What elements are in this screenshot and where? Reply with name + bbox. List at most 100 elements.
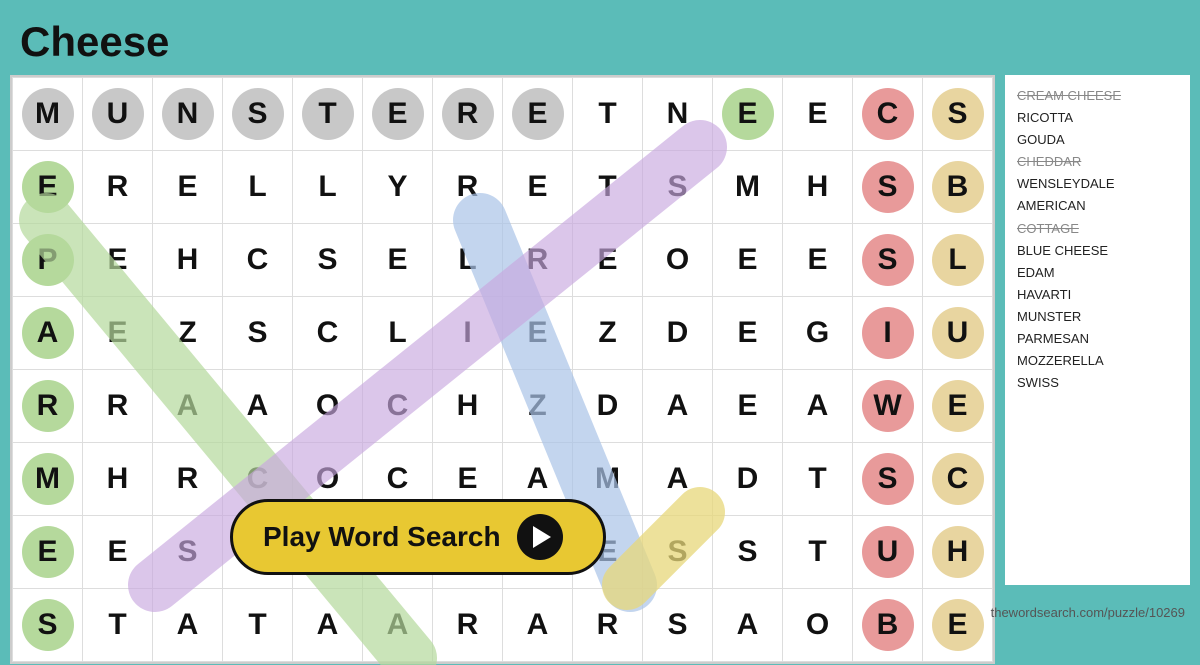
- grid-cell[interactable]: S: [643, 589, 713, 662]
- grid-cell[interactable]: R: [83, 151, 153, 224]
- grid-cell[interactable]: S: [643, 151, 713, 224]
- grid-cell[interactable]: C: [923, 443, 993, 516]
- grid-cell[interactable]: S: [643, 516, 713, 589]
- grid-cell[interactable]: C: [223, 224, 293, 297]
- grid-cell[interactable]: C: [293, 297, 363, 370]
- grid-cell[interactable]: R: [83, 370, 153, 443]
- grid-cell[interactable]: E: [503, 297, 573, 370]
- grid-cell[interactable]: E: [783, 78, 853, 151]
- grid-cell[interactable]: M: [713, 151, 783, 224]
- grid-cell[interactable]: D: [713, 443, 783, 516]
- grid-cell[interactable]: R: [433, 151, 503, 224]
- grid-cell[interactable]: D: [573, 370, 643, 443]
- grid-cell[interactable]: T: [783, 443, 853, 516]
- grid-cell[interactable]: A: [783, 370, 853, 443]
- grid-cell[interactable]: U: [83, 78, 153, 151]
- grid-cell[interactable]: A: [13, 297, 83, 370]
- grid-cell[interactable]: E: [13, 516, 83, 589]
- grid-cell[interactable]: E: [153, 151, 223, 224]
- grid-cell[interactable]: I: [853, 297, 923, 370]
- grid-cell[interactable]: N: [153, 78, 223, 151]
- grid-cell[interactable]: A: [223, 370, 293, 443]
- grid-cell[interactable]: A: [293, 589, 363, 662]
- grid-cell[interactable]: T: [223, 589, 293, 662]
- grid-cell[interactable]: E: [573, 224, 643, 297]
- grid-cell[interactable]: R: [573, 589, 643, 662]
- grid-cell[interactable]: L: [923, 224, 993, 297]
- grid-cell[interactable]: S: [923, 78, 993, 151]
- grid-cell[interactable]: T: [83, 589, 153, 662]
- grid-cell[interactable]: A: [643, 443, 713, 516]
- grid-cell[interactable]: T: [783, 516, 853, 589]
- grid-cell[interactable]: E: [713, 224, 783, 297]
- grid-cell[interactable]: L: [293, 151, 363, 224]
- grid-cell[interactable]: C: [853, 78, 923, 151]
- grid-cell[interactable]: E: [713, 297, 783, 370]
- grid-cell[interactable]: R: [433, 589, 503, 662]
- grid-cell[interactable]: R: [13, 370, 83, 443]
- grid-cell[interactable]: S: [13, 589, 83, 662]
- grid-cell[interactable]: R: [503, 224, 573, 297]
- grid-cell[interactable]: H: [923, 516, 993, 589]
- grid-cell[interactable]: E: [713, 370, 783, 443]
- grid-cell[interactable]: L: [363, 297, 433, 370]
- grid-cell[interactable]: W: [853, 370, 923, 443]
- grid-cell[interactable]: S: [853, 151, 923, 224]
- grid-cell[interactable]: S: [853, 224, 923, 297]
- grid-cell[interactable]: E: [363, 224, 433, 297]
- grid-cell[interactable]: A: [503, 589, 573, 662]
- grid-cell[interactable]: E: [923, 589, 993, 662]
- grid-cell[interactable]: T: [573, 151, 643, 224]
- grid-cell[interactable]: S: [713, 516, 783, 589]
- grid-cell[interactable]: L: [223, 151, 293, 224]
- grid-cell[interactable]: A: [153, 370, 223, 443]
- grid-cell[interactable]: Z: [503, 370, 573, 443]
- grid-cell[interactable]: T: [293, 78, 363, 151]
- grid-cell[interactable]: Z: [153, 297, 223, 370]
- grid-cell[interactable]: S: [223, 297, 293, 370]
- grid-cell[interactable]: H: [153, 224, 223, 297]
- grid-cell[interactable]: A: [643, 370, 713, 443]
- grid-cell[interactable]: N: [643, 78, 713, 151]
- grid-cell[interactable]: E: [783, 224, 853, 297]
- grid-cell[interactable]: B: [853, 589, 923, 662]
- grid-cell[interactable]: Y: [363, 151, 433, 224]
- grid-cell[interactable]: S: [853, 443, 923, 516]
- grid-cell[interactable]: A: [363, 589, 433, 662]
- grid-cell[interactable]: R: [153, 443, 223, 516]
- grid-cell[interactable]: B: [923, 151, 993, 224]
- grid-cell[interactable]: H: [83, 443, 153, 516]
- grid-cell[interactable]: A: [153, 589, 223, 662]
- grid-cell[interactable]: A: [713, 589, 783, 662]
- grid-cell[interactable]: E: [503, 151, 573, 224]
- grid-cell[interactable]: I: [433, 297, 503, 370]
- grid-cell[interactable]: M: [13, 443, 83, 516]
- grid-cell[interactable]: E: [83, 224, 153, 297]
- grid-cell[interactable]: E: [923, 370, 993, 443]
- play-button[interactable]: Play Word Search: [230, 499, 606, 575]
- grid-cell[interactable]: R: [433, 78, 503, 151]
- grid-cell[interactable]: H: [433, 370, 503, 443]
- grid-cell[interactable]: G: [783, 297, 853, 370]
- grid-cell[interactable]: S: [153, 516, 223, 589]
- grid-cell[interactable]: T: [573, 78, 643, 151]
- grid-cell[interactable]: O: [643, 224, 713, 297]
- grid-cell[interactable]: E: [363, 78, 433, 151]
- grid-cell[interactable]: S: [293, 224, 363, 297]
- grid-cell[interactable]: E: [713, 78, 783, 151]
- grid-cell[interactable]: D: [643, 297, 713, 370]
- grid-cell[interactable]: O: [293, 370, 363, 443]
- grid-cell[interactable]: L: [433, 224, 503, 297]
- grid-cell[interactable]: O: [783, 589, 853, 662]
- grid-cell[interactable]: U: [853, 516, 923, 589]
- grid-cell[interactable]: P: [13, 224, 83, 297]
- grid-cell[interactable]: H: [783, 151, 853, 224]
- grid-cell[interactable]: Z: [573, 297, 643, 370]
- grid-cell[interactable]: E: [503, 78, 573, 151]
- grid-cell[interactable]: S: [223, 78, 293, 151]
- grid-cell[interactable]: E: [83, 297, 153, 370]
- grid-cell[interactable]: E: [83, 516, 153, 589]
- grid-cell[interactable]: E: [13, 151, 83, 224]
- grid-cell[interactable]: U: [923, 297, 993, 370]
- grid-cell[interactable]: M: [13, 78, 83, 151]
